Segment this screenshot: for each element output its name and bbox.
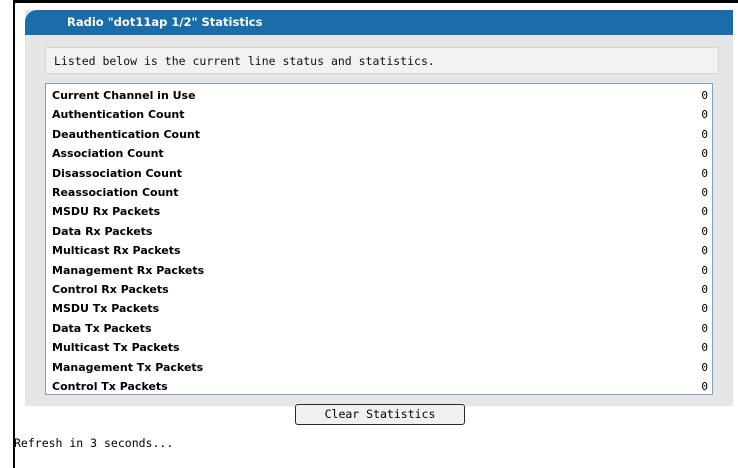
stat-value: 0: [701, 244, 708, 258]
stat-row: Data Tx Packets 0: [46, 319, 712, 338]
stat-row: Management Rx Packets 0: [46, 261, 712, 280]
stat-label: Multicast Rx Packets: [52, 244, 181, 258]
description-box: Listed below is the current line status …: [45, 47, 719, 74]
stat-value: 0: [701, 380, 708, 393]
stat-row: MSDU Tx Packets 0: [46, 299, 712, 318]
stat-value: 0: [701, 89, 708, 102]
clear-statistics-button[interactable]: Clear Statistics: [295, 404, 465, 425]
panel-header: Radio "dot11ap 1/2" Statistics: [25, 10, 733, 35]
stat-label: Management Tx Packets: [52, 360, 204, 374]
stat-row: Multicast Tx Packets 0: [46, 338, 712, 357]
stat-row: Data Rx Packets 0: [46, 222, 712, 241]
stat-label: Deauthentication Count: [52, 127, 200, 141]
panel-title: Radio "dot11ap 1/2" Statistics: [67, 15, 263, 29]
stat-value: 0: [701, 224, 708, 238]
stat-label: Data Tx Packets: [52, 321, 152, 335]
stat-label: Authentication Count: [52, 108, 185, 122]
stat-row: Multicast Rx Packets 0: [46, 241, 712, 260]
stat-label: Disassociation Count: [52, 166, 183, 180]
stat-label: MSDU Rx Packets: [52, 205, 161, 219]
statistics-table: Current Channel in Use 0 Authentication Co…: [45, 83, 713, 395]
stat-label: Control Tx Packets: [52, 380, 168, 393]
window-left-border: [13, 0, 15, 468]
stat-label: Control Rx Packets: [52, 283, 169, 296]
window-top-border: [13, 0, 738, 3]
stat-row: Disassociation Count 0: [46, 164, 712, 183]
stat-row: Management Tx Packets 0: [46, 358, 712, 377]
statistics-panel: Radio "dot11ap 1/2" Statistics Listed be…: [25, 10, 733, 406]
stat-value: 0: [701, 127, 708, 141]
stat-value: 0: [701, 360, 708, 374]
stat-row: Association Count 0: [46, 144, 712, 163]
stat-row: Authentication Count 0: [46, 105, 712, 124]
stat-row: Deauthentication Count 0: [46, 125, 712, 144]
stat-label: Reassociation Count: [52, 186, 179, 199]
refresh-countdown: Refresh in 3 seconds...: [14, 436, 174, 450]
stat-value: 0: [701, 263, 708, 277]
stat-label: Association Count: [52, 147, 164, 161]
stat-value: 0: [701, 108, 708, 122]
stat-value: 0: [701, 186, 708, 199]
description-text: Listed below is the current line status …: [54, 54, 435, 68]
stat-label: Data Rx Packets: [52, 224, 153, 238]
stat-row: Control Tx Packets 0: [46, 377, 712, 396]
stat-value: 0: [701, 341, 708, 355]
stat-label: MSDU Tx Packets: [52, 302, 160, 316]
stat-row: Current Channel in Use 0: [46, 86, 712, 105]
stat-value: 0: [701, 283, 708, 296]
stat-value: 0: [701, 147, 708, 161]
stat-row: Reassociation Count 0: [46, 183, 712, 202]
stat-value: 0: [701, 166, 708, 180]
stat-label: Current Channel in Use: [52, 89, 196, 102]
stat-row: MSDU Rx Packets 0: [46, 202, 712, 221]
stat-row: Control Rx Packets 0: [46, 280, 712, 299]
stat-label: Multicast Tx Packets: [52, 341, 180, 355]
stat-value: 0: [701, 321, 708, 335]
stat-value: 0: [701, 205, 708, 219]
stat-label: Management Rx Packets: [52, 263, 205, 277]
stat-value: 0: [701, 302, 708, 316]
